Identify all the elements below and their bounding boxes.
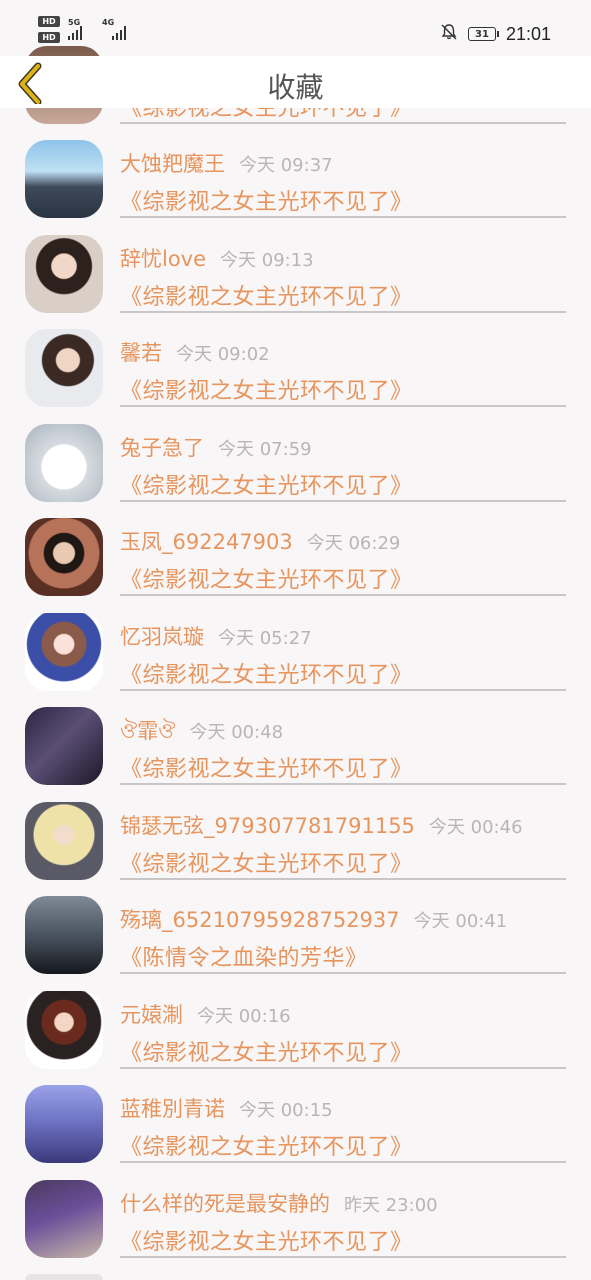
avatar [25, 707, 103, 785]
divider [120, 1067, 566, 1069]
book-title: 《综影视之女主光环不见了》 [120, 852, 413, 877]
timestamp: 今天 09:02 [176, 344, 270, 365]
avatar [25, 424, 103, 502]
avatar [25, 991, 103, 1069]
list-item[interactable]: 兔子急了 今天 07:59 《综影视之女主光环不见了》 [0, 424, 591, 518]
divider [120, 594, 566, 596]
nickname: 什么样的死是最安静的 昨天 23:00 [120, 1192, 438, 1216]
book-title: 《综影视之女主光环不见了》 [120, 1135, 413, 1160]
list-item-partial[interactable] [0, 1274, 591, 1280]
nickname: 玉凤_692247903 今天 06:29 [120, 530, 401, 554]
timestamp: 今天 00:48 [189, 722, 284, 743]
bell-off-icon [440, 23, 458, 45]
divider [120, 216, 566, 218]
book-title: 《陈情令之血染的芳华》 [120, 946, 368, 971]
nickname: 辞忧love 今天 09:13 [120, 247, 314, 271]
timestamp: 今天 09:13 [220, 250, 314, 271]
page-title: 收藏 [267, 71, 324, 104]
book-title: 《综影视之女主光环不见了》 [120, 1041, 413, 1066]
list-item[interactable]: 辞忧love 今天 09:13 《综影视之女主光环不见了》 [0, 235, 591, 329]
book-title: 《综影视之女主光环不见了》 [120, 190, 413, 215]
book-title: 《综影视之女主光环不见了》 [120, 379, 413, 404]
avatar [25, 329, 103, 407]
nickname: 殇璃_65210795928752937 今天 00:41 [120, 908, 508, 932]
book-title: 《综影视之女主光环不见了》 [120, 663, 413, 688]
timestamp: 今天 00:46 [428, 817, 523, 838]
timestamp: 今天 00:41 [413, 911, 508, 932]
avatar [25, 1085, 103, 1163]
signal-icon [112, 26, 126, 40]
avatar [25, 1274, 103, 1280]
divider [120, 783, 566, 785]
timestamp: 昨天 23:00 [344, 1195, 438, 1216]
timestamp: 今天 09:37 [239, 155, 333, 176]
list-item[interactable]: 什么样的死是最安静的 昨天 23:00 《综影视之女主光环不见了》 [0, 1180, 591, 1274]
clock: 21:01 [505, 23, 551, 44]
nickname: ঔ霏ঔ 今天 00:48 [120, 719, 284, 743]
avatar [25, 235, 103, 313]
divider [120, 122, 566, 124]
signal-icon [68, 26, 82, 40]
list-item[interactable]: ঔ霏ঔ 今天 00:48 《综影视之女主光环不见了》 [0, 707, 591, 801]
nickname: 忆羽岚璇 今天 05:27 [120, 625, 312, 649]
list-item[interactable]: 殇璃_65210795928752937 今天 00:41 《陈情令之血染的芳华》 [0, 896, 591, 990]
timestamp: 今天 05:27 [218, 628, 312, 649]
divider [120, 878, 566, 880]
avatar [25, 896, 103, 974]
battery-icon: 31 [467, 27, 499, 41]
book-title: 《综影视之女主光环不见了》 [120, 568, 413, 593]
divider [120, 500, 566, 502]
divider [120, 1256, 566, 1258]
nickname: 大蚀羓魔王 今天 09:37 [120, 152, 333, 176]
book-title: 《综影视之女主光环不见了》 [120, 757, 413, 782]
nickname: 馨若 今天 09:02 [120, 341, 270, 365]
list-item[interactable]: 大蚀羓魔王 今天 09:37 《综影视之女主光环不见了》 [0, 140, 591, 234]
book-title: 《综影视之女主光环不见了》 [120, 1230, 413, 1255]
nickname: 兔子急了 今天 07:59 [120, 436, 312, 460]
header-bar: 收藏 [0, 56, 591, 108]
divider [120, 972, 566, 974]
list-item[interactable]: 元媴淛 今天 00:16 《综影视之女主光环不见了》 [0, 991, 591, 1085]
avatar [25, 140, 103, 218]
list-item[interactable]: 玉凤_692247903 今天 06:29 《综影视之女主光环不见了》 [0, 518, 591, 612]
divider [120, 405, 566, 407]
timestamp: 今天 06:29 [306, 533, 401, 554]
divider [120, 689, 566, 691]
list-item[interactable]: 忆羽岚璇 今天 05:27 《综影视之女主光环不见了》 [0, 613, 591, 707]
divider [120, 1161, 566, 1163]
avatar [25, 802, 103, 880]
timestamp: 今天 00:16 [197, 1006, 291, 1027]
hd-badge-1: HD [38, 16, 60, 27]
hd-badge-2: HD [38, 32, 60, 43]
avatar [25, 613, 103, 691]
timestamp: 今天 07:59 [218, 439, 312, 460]
list-item[interactable]: 馨若 今天 09:02 《综影视之女主光环不见了》 [0, 329, 591, 423]
timestamp: 今天 00:15 [239, 1100, 333, 1121]
book-title: 《综影视之女主光环不见了》 [120, 285, 413, 310]
nickname: 锦瑟无弦_979307781791155 今天 00:46 [120, 814, 523, 838]
avatar [25, 518, 103, 596]
nickname: 元媴淛 今天 00:16 [120, 1003, 291, 1027]
list-item[interactable]: 蓝稚別青诺 今天 00:15 《综影视之女主光环不见了》 [0, 1085, 591, 1179]
nickname: 蓝稚別青诺 今天 00:15 [120, 1097, 333, 1121]
divider [120, 311, 566, 313]
book-title: 《综影视之女主光环不见了》 [120, 474, 413, 499]
avatar [25, 1180, 103, 1258]
list-item[interactable]: 锦瑟无弦_979307781791155 今天 00:46 《综影视之女主光环不见… [0, 802, 591, 896]
